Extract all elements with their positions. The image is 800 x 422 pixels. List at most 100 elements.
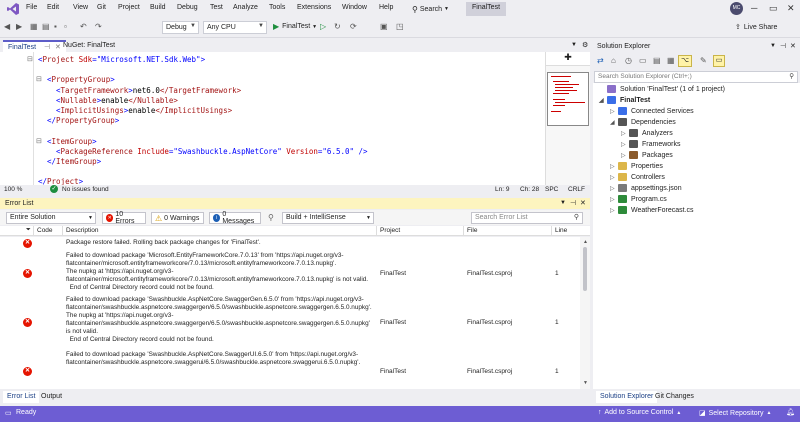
chevron-down-icon[interactable]: ▼ [571,42,577,48]
tree-item[interactable]: ▷ WeatherForecast.cs [610,206,694,214]
issues-status[interactable]: No issues found [62,186,109,193]
line-number[interactable]: Ln: 9 [495,186,509,193]
scroll-down-icon[interactable]: ▼ [583,380,588,386]
menu-item[interactable]: Build [150,4,166,11]
close-icon[interactable]: ✕ [580,199,586,207]
fold-toggle-icon[interactable]: ⊟ [36,75,42,83]
solution-explorer-search-input[interactable]: Search Solution Explorer (Ctrl+;) ⚲ [594,71,798,83]
chevron-down-icon[interactable]: ▼ [560,200,566,206]
tab-error-list[interactable]: Error List [3,391,40,403]
hot-reload-icon[interactable]: ↻ [334,22,341,31]
tab-solution-explorer[interactable]: Solution Explorer [596,391,658,403]
add-to-source-control-button[interactable]: ↑ Add to Source Control ▲ [598,409,681,416]
scroll-thumb[interactable] [583,247,587,291]
visual-studio-logo-icon[interactable] [6,2,20,16]
error-list-scrollbar[interactable]: ▲ ▼ [580,237,590,389]
expand-chevron-icon[interactable]: ▷ [610,174,618,181]
column-header-line[interactable]: Line [555,227,567,234]
expand-chevron-icon[interactable]: ▷ [610,185,618,192]
menu-item[interactable]: Debug [177,4,198,11]
code-line[interactable]: </Project> [38,177,83,185]
whitespace-mode[interactable]: SPC [545,186,558,193]
history-icon[interactable]: ◷ [625,56,632,65]
code-line[interactable]: </PropertyGroup> [47,116,119,125]
tree-item[interactable]: ▷ Connected Services [610,107,694,115]
errors-filter-button[interactable]: ✕ 10 Errors [102,211,146,225]
global-search[interactable]: ⚲ Search ▼ [412,3,449,15]
live-share-button[interactable]: ⇪ Live Share [735,23,777,32]
menu-item[interactable]: Analyze [233,4,258,11]
pin-icon[interactable]: ⊣ [44,44,50,51]
avatar[interactable]: MC [730,2,743,15]
fold-toggle-icon[interactable]: ⊟ [36,137,42,145]
column-header-file[interactable]: File [467,227,477,234]
expand-chevron-icon[interactable]: ▷ [610,108,618,115]
code-line[interactable]: <ImplicitUsings>enable</ImplicitUsings> [56,106,232,115]
chevron-down-icon[interactable]: ▼ [770,43,776,49]
tab-output[interactable]: Output [37,391,66,403]
settings-icon[interactable]: ⚙ [582,41,588,49]
menu-item[interactable]: Tools [269,4,285,11]
tab-finaltest[interactable]: FinalTest ⊣ ✕ [3,40,66,52]
save-all-icon[interactable]: ▫ [64,22,67,31]
error-row[interactable]: ✕ Failed to download package 'Swashbuckle… [0,351,580,389]
tab-nuget-finaltest[interactable]: NuGet: FinalTest [58,40,120,52]
menu-item[interactable]: View [73,4,88,11]
minimap[interactable]: ✚ [545,52,590,185]
tree-item[interactable]: ▷ Packages [621,151,673,159]
scope-select[interactable]: Entire Solution ▼ [6,212,96,224]
redo-icon[interactable]: ↷ [95,22,102,31]
sync-icon[interactable]: ⇄ [597,56,604,65]
build-filter-select[interactable]: Build + IntelliSense ▼ [282,212,374,224]
select-repository-button[interactable]: ◪ Select Repository ▲ [699,409,771,418]
refresh-icon[interactable]: ⟳ [350,22,357,31]
code-line[interactable]: <ItemGroup> [47,137,97,146]
show-all-files-icon[interactable]: ▤ [653,56,661,65]
close-button[interactable]: ✕ [787,3,795,14]
tree-item[interactable]: ▷ appsettings.json [610,184,682,192]
browser-icon[interactable]: ◳ [396,22,404,31]
zoom-level[interactable]: 100 % [4,186,22,193]
menu-item[interactable]: Extensions [297,4,331,11]
layout-icon[interactable]: ▣ [380,22,388,31]
preview-toggle-icon[interactable]: ▭ [713,55,725,67]
line-ending[interactable]: CRLF [568,186,585,193]
expand-chevron-icon[interactable]: ▷ [610,207,618,214]
column-header-code[interactable]: Code [37,227,53,234]
notification-icon[interactable]: 🔔︎ [786,408,795,416]
column-header-project[interactable]: Project [380,227,400,234]
tree-item[interactable]: ▷ Program.cs [610,195,667,203]
configuration-select[interactable]: Debug ▼ [162,21,199,34]
pin-icon[interactable]: ⊣ [570,199,576,207]
platform-select[interactable]: Any CPU ▼ [203,21,267,34]
expand-chevron-icon[interactable]: ◢ [610,119,618,126]
column-number[interactable]: Ch: 28 [520,186,539,193]
code-line[interactable]: </ItemGroup> [47,157,101,166]
wrench-icon[interactable]: ✎ [700,56,707,65]
filter-icon[interactable]: ⚲ [268,213,274,222]
menu-item[interactable]: Git [97,4,106,11]
error-row[interactable]: ✕ Failed to download package 'Microsoft.E… [0,252,580,294]
expand-chevron-icon[interactable]: ◢ [599,97,607,104]
minimize-button[interactable]: ─ [751,3,757,13]
open-icon[interactable]: ▤ [42,22,50,31]
collapse-all-icon[interactable]: ▭ [639,56,647,65]
code-line[interactable]: <TargetFramework>net6.0</TargetFramework… [56,86,241,95]
filter-icon[interactable]: ⏷ [26,227,31,234]
scroll-up-icon[interactable]: ▲ [583,239,588,245]
run-button[interactable]: ▶ FinalTest ▼ [273,22,317,31]
error-list-search-input[interactable]: Search Error List ⚲ [471,212,583,224]
messages-filter-button[interactable]: i 0 Messages [209,211,261,225]
menu-item[interactable]: Project [118,4,140,11]
home-icon[interactable]: ⌂ [611,56,616,65]
menu-item[interactable]: Edit [47,4,59,11]
filter-toggle-icon[interactable]: ⌥ [678,55,692,67]
menu-item[interactable]: Window [342,4,367,11]
tree-item[interactable]: ◢ FinalTest [599,96,650,104]
split-icon[interactable]: ✚ [546,52,590,66]
forward-icon[interactable]: ▶ [16,22,22,31]
expand-chevron-icon[interactable]: ▷ [621,141,629,148]
fold-toggle-icon[interactable]: ⊟ [27,55,33,63]
tree-item[interactable]: ◢ Dependencies [610,118,676,126]
back-icon[interactable]: ◀ [4,22,10,31]
